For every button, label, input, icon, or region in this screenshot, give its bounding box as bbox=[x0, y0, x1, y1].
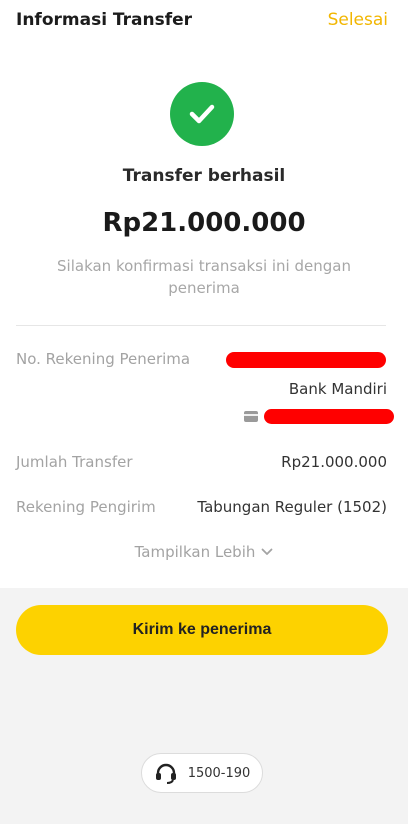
transfer-amount-value: Rp21.000.000 bbox=[281, 453, 387, 471]
status-text: Transfer berhasil bbox=[122, 166, 286, 186]
amount-total: Rp21.000.000 bbox=[102, 208, 306, 238]
content-panel: Informasi Transfer Selesai Transfer berh… bbox=[0, 0, 408, 588]
transfer-amount-label: Jumlah Transfer bbox=[16, 453, 133, 471]
sender-account-value: Tabungan Reguler (1502) bbox=[197, 498, 387, 516]
show-more-label: Tampilkan Lebih bbox=[134, 543, 256, 561]
redacted-recipient-name bbox=[264, 409, 394, 424]
check-icon bbox=[189, 104, 215, 124]
card-icon bbox=[244, 411, 258, 422]
show-more-toggle[interactable]: Tampilkan Lebih bbox=[0, 543, 408, 561]
recipient-bank: Bank Mandiri bbox=[288, 380, 387, 398]
sender-account-label: Rekening Pengirim bbox=[16, 498, 156, 516]
redacted-account-number bbox=[226, 352, 386, 368]
confirmation-note: Silakan konfirmasi transaksi ini dengan … bbox=[57, 257, 351, 297]
send-to-recipient-button[interactable]: Kirim ke penerima bbox=[16, 605, 388, 655]
transfer-info-screen: Informasi Transfer Selesai Transfer berh… bbox=[0, 0, 408, 824]
support-phone-number: 1500-190 bbox=[187, 765, 251, 781]
chevron-down-icon bbox=[261, 542, 273, 560]
page-title: Informasi Transfer bbox=[16, 10, 193, 30]
recipient-account-label: No. Rekening Penerima bbox=[16, 350, 191, 368]
support-phone-button[interactable]: 1500-190 bbox=[141, 753, 263, 793]
divider bbox=[16, 325, 386, 326]
success-badge bbox=[170, 82, 234, 146]
done-button[interactable]: Selesai bbox=[328, 10, 388, 30]
headset-icon bbox=[154, 762, 178, 784]
